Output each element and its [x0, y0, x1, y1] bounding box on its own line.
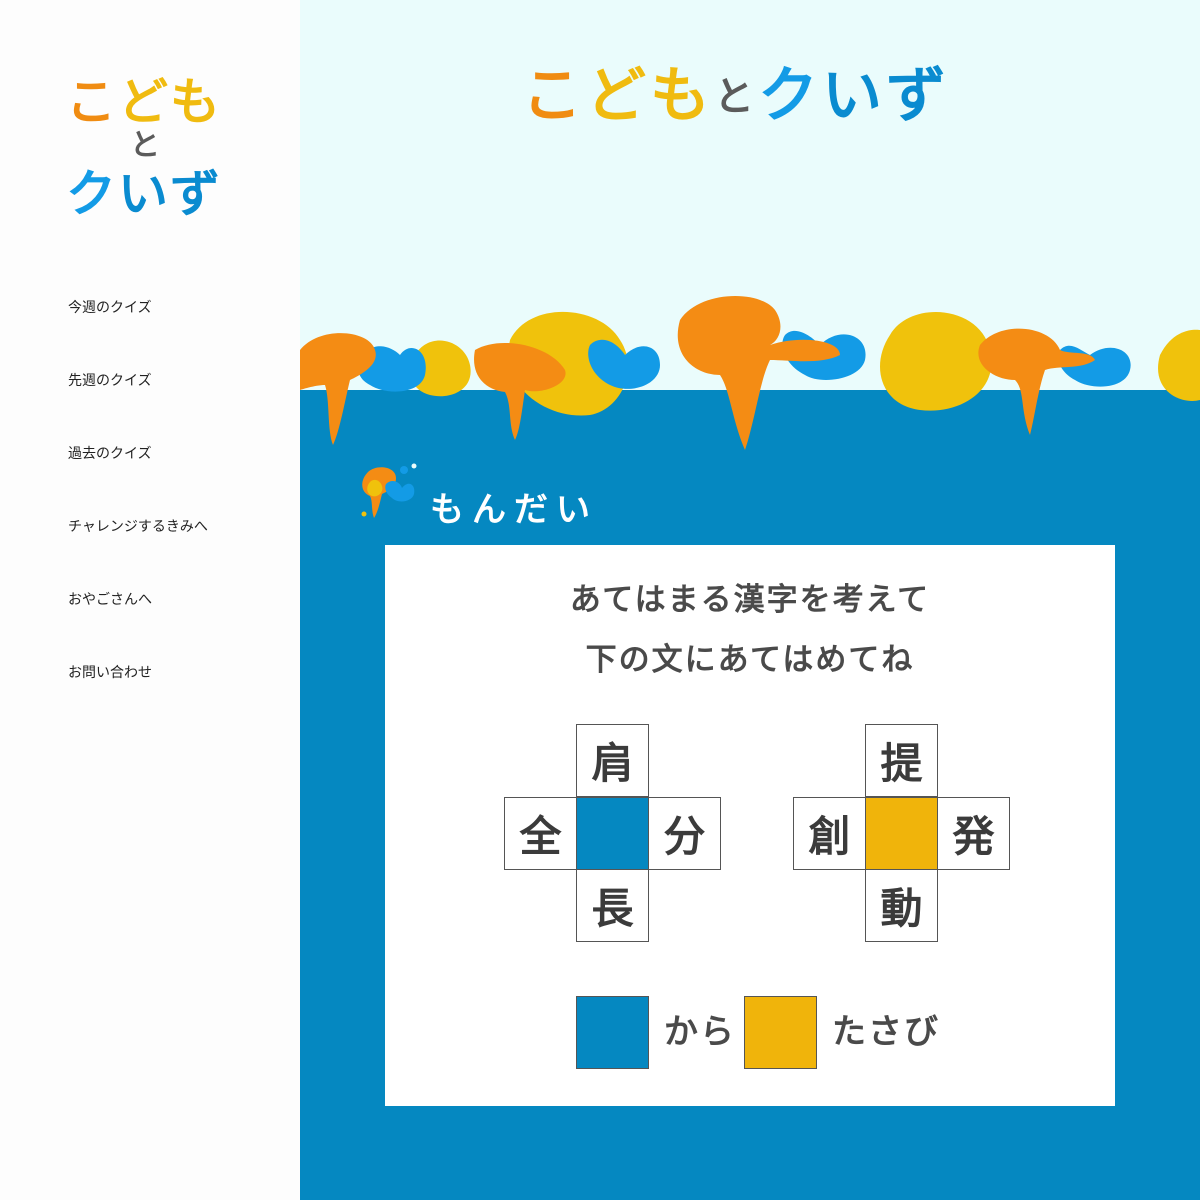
section-title: もんだい — [430, 490, 598, 530]
sidebar-logo[interactable]: こども と クいず — [66, 72, 246, 232]
section-header: もんだい — [356, 462, 656, 532]
nav-challenger[interactable]: チャレンジするきみへ — [68, 517, 288, 590]
puzzle1-right-cell: 分 — [648, 797, 721, 870]
puzzle2-left-cell: 創 — [793, 797, 866, 870]
puzzle1-bottom-cell: 長 — [576, 869, 649, 942]
logo-row-kodomo: こども — [66, 73, 222, 131]
legend-text-2: たさび — [832, 1012, 940, 1052]
paint-drip-decoration — [300, 296, 1200, 470]
puzzle2-bottom-cell: 動 — [865, 869, 938, 942]
hero-logo: こどもとクいず — [522, 61, 950, 131]
nav-this-week[interactable]: 今週のクイズ — [68, 298, 288, 371]
puzzle1-left-cell: 全 — [504, 797, 577, 870]
nav-parents[interactable]: おやごさんへ — [68, 590, 288, 663]
logo-to: と — [130, 128, 160, 163]
legend-text-1: から — [664, 1012, 736, 1052]
logo-row-quiz: クいず — [66, 165, 222, 223]
nav-contact[interactable]: お問い合わせ — [68, 663, 288, 736]
puzzle1-center-blank[interactable] — [576, 797, 649, 870]
paint-splash-icon — [361, 463, 417, 518]
sidebar-nav: 今週のクイズ 先週のクイズ 過去のクイズ チャレンジするきみへ おやごさんへ お… — [68, 298, 288, 736]
sidebar: こども と クいず 今週のクイズ 先週のクイズ 過去のクイズ チャレンジするきみ… — [0, 0, 300, 1200]
puzzle1-top-cell: 肩 — [576, 724, 649, 797]
legend-gold-box — [744, 996, 817, 1069]
nav-past-quizzes[interactable]: 過去のクイズ — [68, 444, 288, 517]
puzzle2-top-cell: 提 — [865, 724, 938, 797]
legend-blue-box — [576, 996, 649, 1069]
question-line-1: あてはまる漢字を考えて — [569, 582, 931, 618]
question-line-2: 下の文にあてはめてね — [585, 642, 915, 678]
puzzle2-center-blank[interactable] — [865, 797, 938, 870]
puzzle2-right-cell: 発 — [937, 797, 1010, 870]
nav-last-week[interactable]: 先週のクイズ — [68, 371, 288, 444]
